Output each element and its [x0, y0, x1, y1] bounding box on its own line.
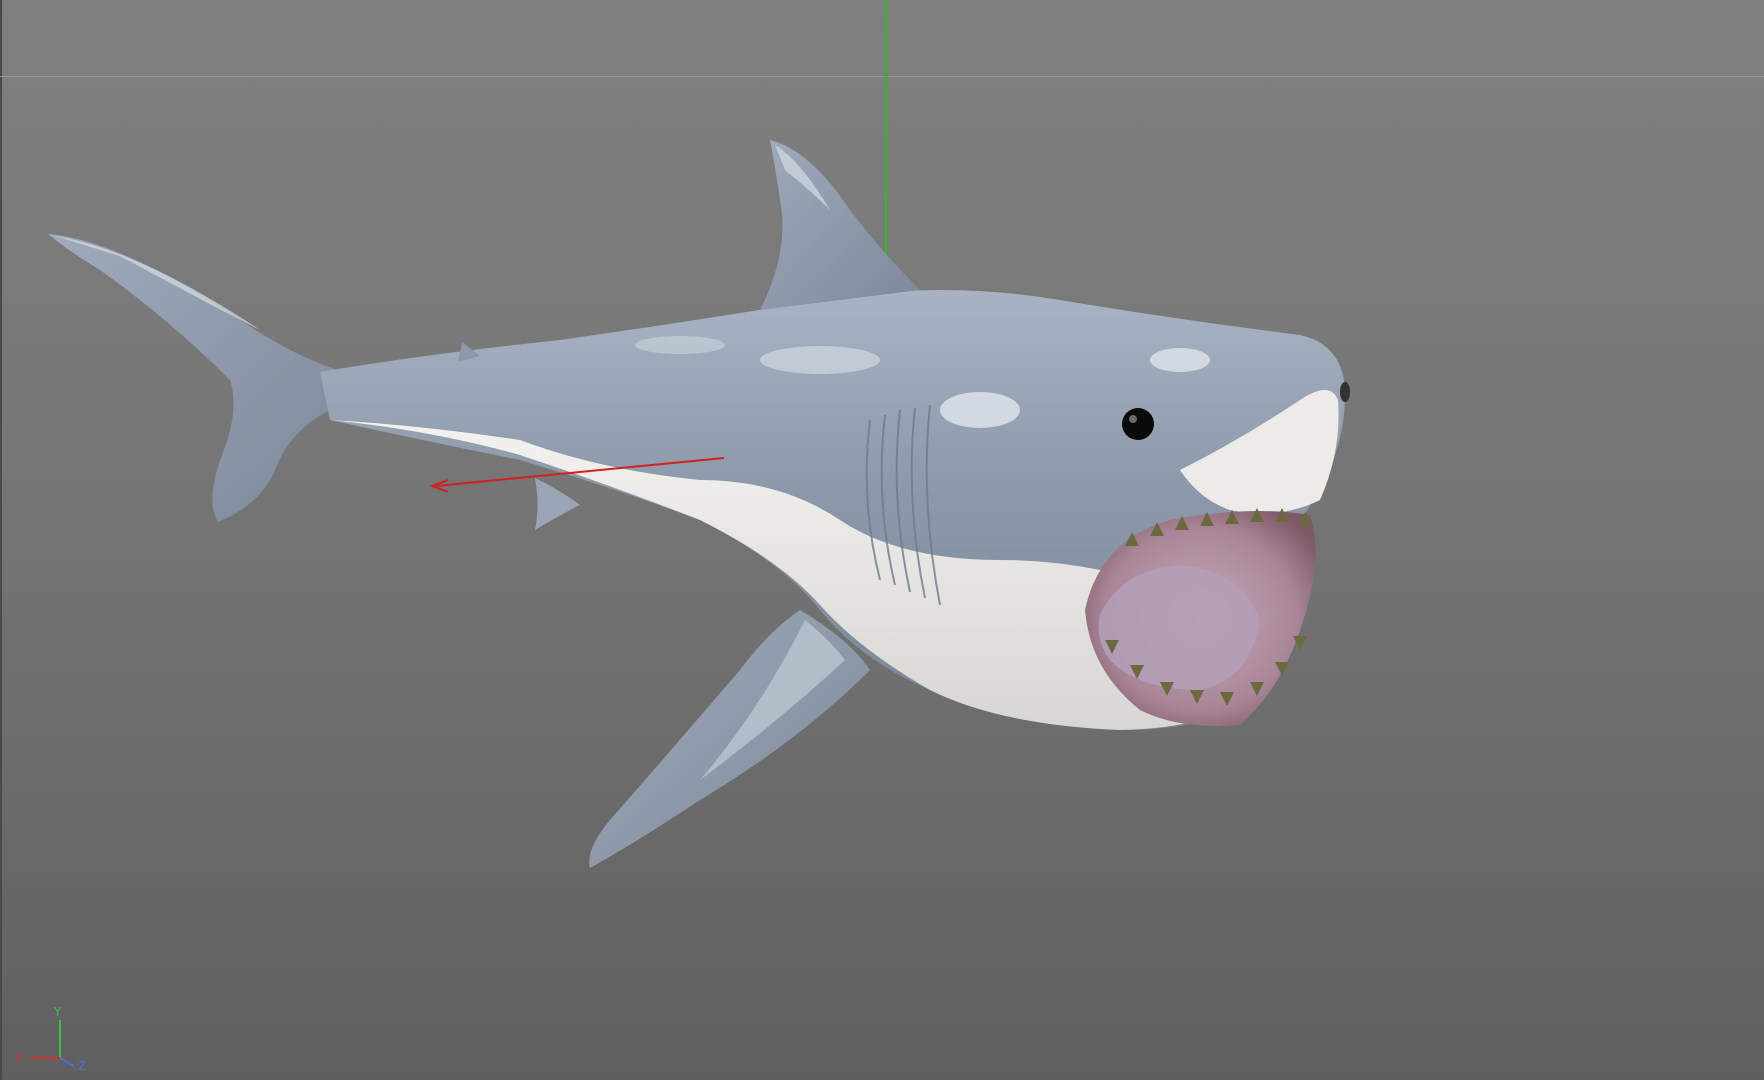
axis-x-label: X — [14, 1051, 22, 1065]
shark-highlight — [760, 346, 880, 374]
shark-tail-fin — [48, 234, 345, 522]
shark-highlight — [635, 336, 725, 354]
3d-viewport[interactable]: Y X Z — [0, 0, 1764, 1080]
shark-pelvic-fin — [535, 478, 580, 530]
shark-highlight — [1150, 348, 1210, 372]
axis-orientation-widget: Y X Z — [14, 1005, 86, 1072]
axis-z-label: Z — [78, 1059, 86, 1072]
shark-nostril — [1340, 382, 1350, 402]
axis-y-label: Y — [53, 1005, 62, 1019]
shark-eye-glint — [1129, 415, 1137, 423]
axis-z-line — [59, 1057, 75, 1067]
shark-highlight — [940, 392, 1020, 428]
shark-eye — [1122, 408, 1154, 440]
scene-canvas[interactable] — [0, 0, 1764, 1080]
shark-model[interactable] — [48, 140, 1350, 868]
